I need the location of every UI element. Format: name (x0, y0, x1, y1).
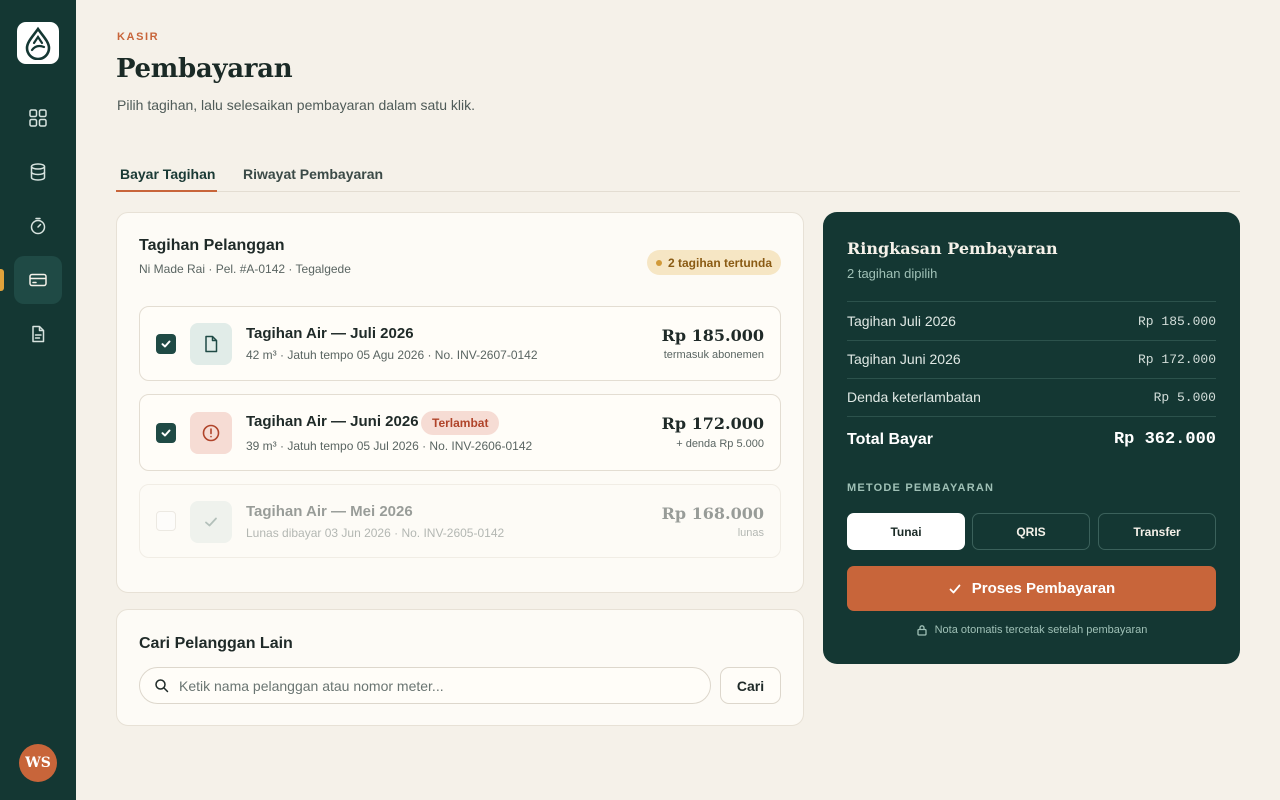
summary-row-label: Tagihan Juli 2026 (847, 313, 956, 329)
status-dot (655, 259, 662, 266)
customer-info: Ni Made Rai · Pel. #A-0142 · Tegalgede (139, 262, 351, 276)
bill-checkbox[interactable] (156, 511, 176, 531)
total-label: Total Bayar (847, 430, 933, 448)
bill-checkbox[interactable] (156, 334, 176, 354)
payment-summary-panel: Ringkasan Pembayaran 2 tagihan dipilih T… (823, 212, 1240, 664)
late-status-badge: Terlambat (421, 411, 500, 435)
check-icon (949, 584, 961, 593)
search-input[interactable] (179, 677, 699, 694)
bill-title: Tagihan Air — Juni 2026 (246, 413, 419, 430)
bill-checkbox[interactable] (156, 423, 176, 443)
bill-amount: Rp 185.000 (661, 326, 764, 345)
search-card-title: Cari Pelanggan Lain (139, 635, 293, 652)
summary-row: Tagihan Juli 2026 Rp 185.000 (847, 302, 1216, 340)
check-icon (205, 517, 217, 527)
bill-item-juli[interactable]: Tagihan Air — Juli 2026 42 m³ · Jatuh te… (139, 306, 781, 381)
search-icon (155, 679, 169, 693)
credit-card-icon (29, 273, 47, 287)
summary-row: Denda keterlambatan Rp 5.000 (847, 378, 1216, 416)
sidebar: WS (0, 0, 76, 800)
pending-bills-badge: 2 tagihan tertunda (647, 250, 781, 275)
water-drop-logo-icon (25, 26, 51, 60)
bill-title: Tagihan Air — Juli 2026 (246, 325, 414, 342)
page-title: Pembayaran (116, 54, 293, 84)
active-indicator (0, 269, 4, 291)
method-tunai-button[interactable]: Tunai (847, 513, 965, 550)
summary-title: Ringkasan Pembayaran (847, 239, 1058, 258)
bill-icon-box (190, 501, 232, 543)
search-field[interactable] (139, 667, 711, 704)
summary-row-label: Tagihan Juni 2026 (847, 351, 961, 367)
sidebar-item-reports[interactable] (14, 310, 62, 358)
bill-amount: Rp 172.000 (661, 414, 764, 433)
process-payment-label: Proses Pembayaran (971, 580, 1116, 597)
bill-item-juni[interactable]: Tagihan Air — Juni 2026 Terlambat 39 m³ … (139, 394, 781, 471)
summary-row-label: Denda keterlambatan (847, 389, 981, 405)
process-payment-button[interactable]: Proses Pembayaran (847, 566, 1216, 611)
avatar[interactable]: WS (19, 744, 57, 782)
pending-badge-label: 2 tagihan tertunda (667, 255, 772, 270)
search-button[interactable]: Cari (720, 667, 781, 704)
database-icon (30, 163, 46, 181)
bill-item-mei[interactable]: Tagihan Air — Mei 2026 Lunas dibayar 03 … (139, 484, 781, 558)
total-value: Rp 362.000 (1113, 430, 1216, 449)
summary-row-value: Rp 185.000 (1137, 313, 1216, 329)
summary-row: Tagihan Juni 2026 Rp 172.000 (847, 340, 1216, 378)
grid-icon (29, 109, 47, 127)
app-logo[interactable] (17, 22, 59, 64)
summary-subtitle: 2 tagihan dipilih (847, 266, 938, 281)
sidebar-item-payment[interactable] (14, 256, 62, 304)
bill-icon-box (190, 412, 232, 454)
bills-card-title: Tagihan Pelanggan (139, 237, 285, 254)
tab-bayar-tagihan[interactable]: Bayar Tagihan (120, 166, 215, 182)
bill-icon-box (190, 323, 232, 365)
receipt-note: Nota otomatis tercetak setelah pembayara… (823, 624, 1240, 636)
bill-meta: 42 m³ · Jatuh tempo 05 Agu 2026 · No. IN… (246, 348, 538, 362)
method-transfer-button[interactable]: Transfer (1098, 513, 1216, 550)
alert-circle-icon (202, 424, 220, 442)
bill-meta: Lunas dibayar 03 Jun 2026 · No. INV-2605… (246, 526, 505, 540)
bill-note: lunas (737, 527, 764, 539)
summary-divider (847, 416, 1216, 417)
section-eyebrow: KASIR (117, 31, 160, 43)
sidebar-item-meter[interactable] (14, 202, 62, 250)
bill-note: termasuk abonemen (663, 349, 764, 361)
tabs-divider (116, 191, 1240, 192)
page-subtitle: Pilih tagihan, lalu selesaikan pembayara… (117, 97, 475, 113)
bill-note: + denda Rp 5.000 (676, 438, 764, 450)
lock-icon (916, 625, 927, 636)
sidebar-item-data[interactable] (14, 148, 62, 196)
bill-title: Tagihan Air — Mei 2026 (246, 503, 413, 520)
summary-row-value: Rp 5.000 (1153, 389, 1216, 405)
document-icon (32, 325, 45, 343)
summary-total: Total Bayar Rp 362.000 (847, 430, 1216, 449)
timer-icon (30, 217, 46, 235)
payment-method-label: METODE PEMBAYARAN (847, 482, 995, 494)
receipt-note-text: Nota otomatis tercetak setelah pembayara… (934, 624, 1148, 636)
tab-riwayat-pembayaran[interactable]: Riwayat Pembayaran (243, 166, 383, 182)
summary-row-value: Rp 172.000 (1137, 351, 1216, 367)
bill-meta: 39 m³ · Jatuh tempo 05 Jul 2026 · No. IN… (246, 439, 533, 453)
sidebar-item-dashboard[interactable] (14, 94, 62, 142)
method-qris-button[interactable]: QRIS (972, 513, 1090, 550)
document-icon (205, 335, 218, 353)
active-tab-underline (116, 190, 217, 192)
check-icon (161, 429, 171, 437)
bill-amount: Rp 168.000 (661, 504, 764, 523)
check-icon (161, 340, 171, 348)
